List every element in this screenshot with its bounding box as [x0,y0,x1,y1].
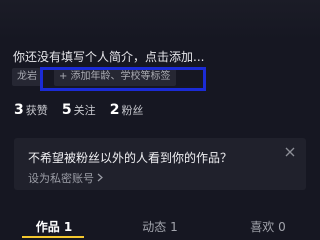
bio-prompt[interactable]: 你还没有填写个人简介，点击添加... [13,48,204,65]
tab-likes[interactable]: 喜欢 0 [218,218,318,235]
close-icon[interactable] [284,143,296,157]
location-tag[interactable]: 龙岩 [12,68,42,86]
profile-stats: 3 获赞 5 关注 2 粉丝 [14,99,152,119]
stat-following-count: 5 [61,102,72,118]
highlight-box [40,67,206,91]
chevron-right-icon [97,172,103,185]
stat-followers[interactable]: 2 粉丝 [110,99,144,118]
privacy-card-title: 不希望被粉丝以外的人看到你的作品？ [28,151,233,165]
tab-works[interactable]: 作品 1 [4,218,104,235]
set-private-account-link[interactable]: 设为私密账号 [28,170,103,186]
stat-followers-count: 2 [109,102,120,118]
tab-moments[interactable]: 动态 1 [110,218,210,235]
stat-following-label: 关注 [73,104,96,117]
profile-page: 你还没有填写个人简介，点击添加... 龙岩 + 添加年龄、学校等标签 3 获赞 5… [0,0,320,240]
stat-likes-label: 获赞 [25,104,48,117]
stat-following[interactable]: 5 关注 [62,99,96,118]
stat-likes[interactable]: 3 获赞 [14,99,48,118]
header-shade [0,0,320,40]
privacy-card: 不希望被粉丝以外的人看到你的作品？ 设为私密账号 [14,138,306,190]
stat-likes-count: 3 [14,102,24,118]
stat-followers-label: 粉丝 [121,104,144,117]
active-tab-indicator [22,236,84,238]
set-private-account-label: 设为私密账号 [28,172,94,185]
